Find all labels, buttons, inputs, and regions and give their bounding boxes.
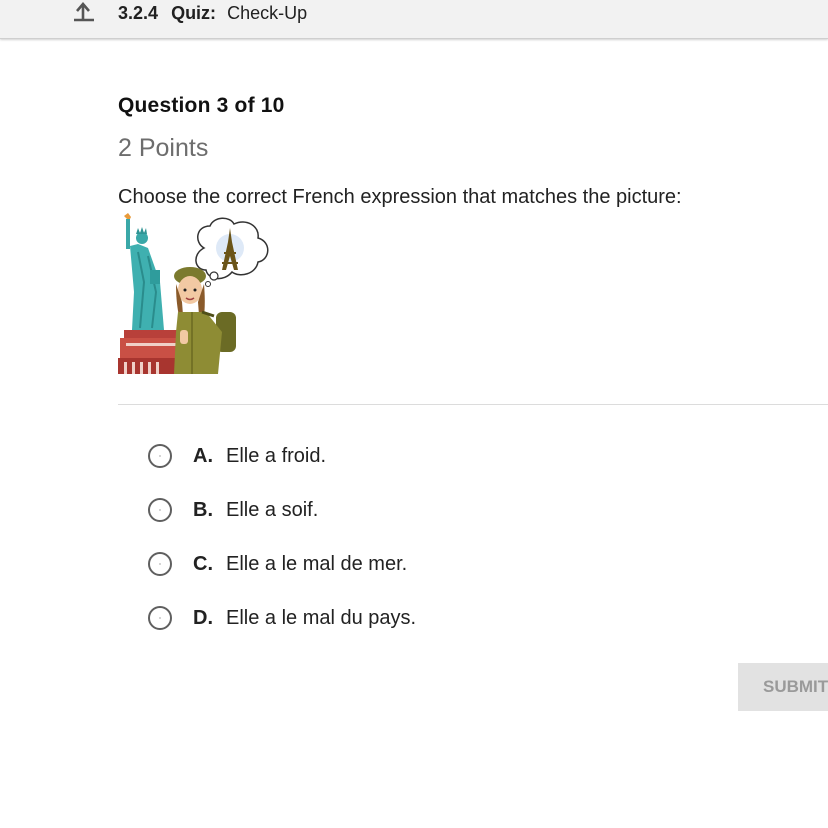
back-arrow-icon [74,2,94,22]
option-letter: B. [193,498,213,521]
option-text: Elle a le mal du pays. [226,606,417,629]
question-number: Question 3 of 10 [118,94,285,117]
top-bar: 3.2.4 Quiz: Check-Up [0,0,828,39]
quiz-number: 3.2.4 [118,3,159,23]
option-a[interactable]: A. Elle a froid. [148,440,326,472]
submit-button[interactable]: SUBMIT [738,663,828,711]
option-c[interactable]: C. Elle a le mal de mer. [148,548,407,580]
radio-button[interactable] [148,498,172,522]
quiz-label: Quiz: [171,3,217,23]
option-b[interactable]: B. Elle a soif. [148,494,318,526]
quiz-name: Check-Up [227,3,308,23]
option-letter: A. [193,444,213,467]
option-d[interactable]: D. Elle a le mal du pays. [148,602,416,634]
thought-bubble-icon [195,217,269,287]
girl-icon [174,267,236,374]
quiz-page: 3.2.4 Quiz: Check-Up Question 3 of 10 2 … [0,0,828,828]
back-button[interactable] [70,0,100,26]
option-letter: D. [193,606,213,629]
option-text: Elle a le mal de mer. [226,552,408,575]
option-text: Elle a soif. [226,498,319,521]
option-letter: C. [193,552,213,575]
radio-button[interactable] [148,606,172,630]
radio-button[interactable] [148,552,172,576]
question-points: 2 Points [118,134,209,162]
option-text: Elle a froid. [226,444,327,467]
quiz-title: 3.2.4 Quiz: Check-Up [118,2,307,24]
question-prompt: Choose the correct French expression tha… [118,186,682,208]
question-illustration [118,213,269,374]
radio-button[interactable] [148,444,172,468]
divider [118,404,828,405]
